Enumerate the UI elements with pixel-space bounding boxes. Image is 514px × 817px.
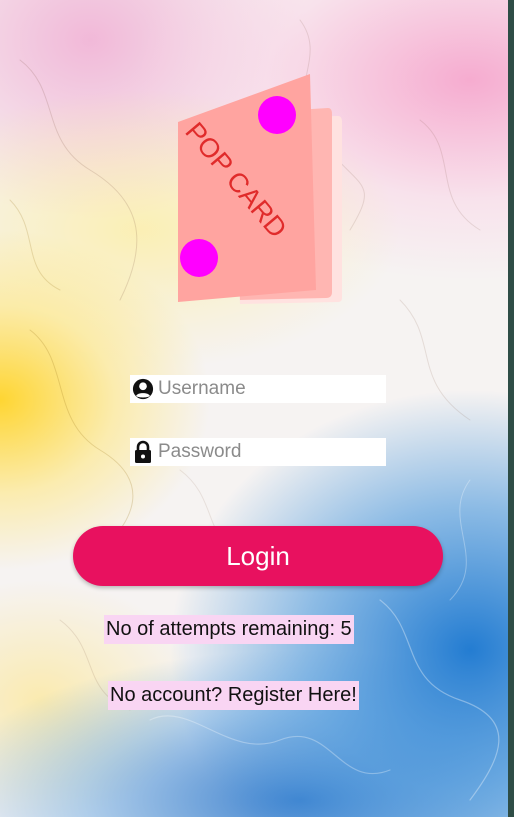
- pop-card-logo: POP CARD: [178, 74, 342, 304]
- password-field[interactable]: [130, 438, 386, 466]
- card-dot-bottom: [180, 239, 218, 277]
- password-input[interactable]: [156, 438, 383, 466]
- username-field[interactable]: [130, 375, 386, 403]
- card-dot-top: [258, 96, 296, 134]
- lock-icon: [130, 438, 156, 466]
- register-link[interactable]: No account? Register Here!: [108, 681, 359, 710]
- username-input[interactable]: [156, 375, 383, 403]
- user-circle-icon: [130, 375, 156, 403]
- login-button[interactable]: Login: [73, 526, 443, 586]
- attempts-remaining-text: No of attempts remaining: 5: [104, 615, 354, 644]
- login-screen: POP CARD Login No of attempts remaining:…: [0, 0, 514, 817]
- window-edge: [508, 0, 514, 817]
